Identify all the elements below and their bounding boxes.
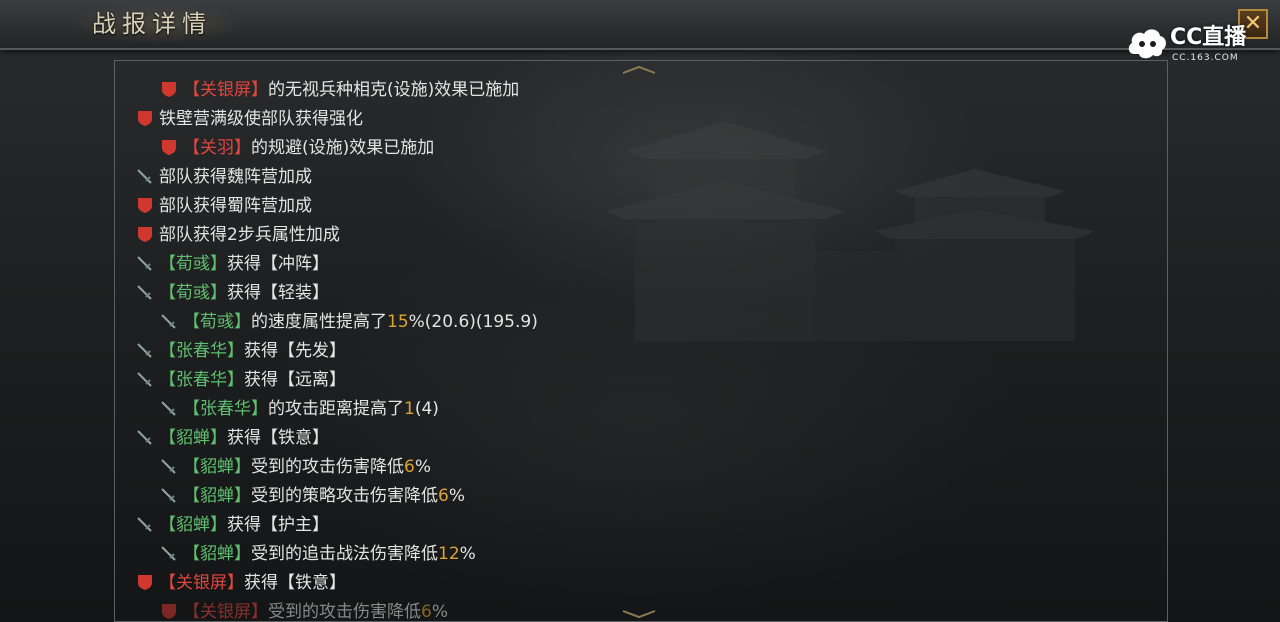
value-number: 6 — [438, 486, 449, 506]
sword-icon — [161, 459, 176, 474]
log-text: 获得【远离】 — [244, 370, 346, 390]
general-name: 【荀彧】 — [159, 283, 227, 303]
log-text: 部队获得魏阵营加成 — [159, 167, 312, 187]
cc-url-text: CC.163.COM — [1172, 53, 1239, 63]
value-number: 1 — [404, 399, 415, 419]
log-entry: 【荀彧】获得【轻装】 — [135, 279, 329, 307]
cc-brand-text: CC直播 — [1170, 25, 1247, 50]
log-entry: 部队获得2步兵属性加成 — [135, 221, 340, 249]
header-bar: 战报详情 ✕ — [0, 0, 1280, 50]
log-entry: 【关羽】的规避(设施)效果已施加 — [159, 134, 434, 162]
value-number: 12 — [438, 544, 460, 564]
general-name: 【貂蝉】 — [183, 544, 251, 564]
log-entry: 【张春华】获得【远离】 — [135, 366, 346, 394]
log-text: % — [431, 602, 448, 622]
log-entry: 【关银屏】获得【铁意】 — [135, 569, 346, 597]
log-text: %(20.6)(195.9) — [408, 312, 538, 332]
cloud-logo-icon — [1128, 29, 1166, 59]
value-number: 6 — [421, 602, 432, 622]
general-name: 【关银屏】 — [183, 80, 268, 100]
log-text: 获得【轻装】 — [227, 283, 329, 303]
log-entry: 【貂蝉】受到的攻击伤害降低6% — [159, 453, 431, 481]
red-shield-icon — [162, 140, 176, 155]
log-text: (4) — [414, 399, 439, 419]
log-entry: 【张春华】的攻击距离提高了1(4) — [159, 395, 439, 423]
general-name: 【张春华】 — [159, 370, 244, 390]
log-text: 的规避(设施)效果已施加 — [251, 138, 435, 158]
log-text: % — [459, 544, 476, 564]
log-text: % — [448, 486, 465, 506]
sword-icon — [161, 314, 176, 329]
general-name: 【关银屏】 — [159, 573, 244, 593]
general-name: 【荀彧】 — [183, 312, 251, 332]
log-text: 受到的攻击伤害降低 — [251, 457, 404, 477]
sword-icon — [161, 401, 176, 416]
battle-log-list: 【关银屏】的无视兵种相克(设施)效果已施加 铁壁营满级使部队获得强化 【关羽】的规避… — [115, 61, 1167, 621]
log-entry: 【貂蝉】获得【护主】 — [135, 511, 329, 539]
red-shield-icon — [138, 575, 152, 590]
log-entry: 部队获得魏阵营加成 — [135, 163, 312, 191]
scroll-down-icon[interactable] — [621, 609, 657, 619]
log-text: 部队获得蜀阵营加成 — [159, 196, 312, 216]
log-text: 部队获得2步兵属性加成 — [159, 225, 340, 245]
red-shield-icon — [138, 198, 152, 213]
sword-icon — [137, 430, 152, 445]
log-entry: 【貂蝉】受到的追击战法伤害降低12% — [159, 540, 476, 568]
sword-icon — [137, 169, 152, 184]
log-text: 获得【护主】 — [227, 515, 329, 535]
log-entry: 【张春华】获得【先发】 — [135, 337, 346, 365]
red-shield-icon — [162, 82, 176, 97]
general-name: 【张春华】 — [159, 341, 244, 361]
battle-report-panel[interactable]: 【关银屏】的无视兵种相克(设施)效果已施加 铁壁营满级使部队获得强化 【关羽】的规避… — [114, 60, 1168, 622]
log-text: 的攻击距离提高了 — [268, 399, 404, 419]
general-name: 【貂蝉】 — [183, 457, 251, 477]
log-entry: 【关银屏】受到的攻击伤害降低6% — [159, 598, 448, 622]
general-name: 【貂蝉】 — [159, 515, 227, 535]
sword-icon — [137, 256, 152, 271]
log-entry: 【貂蝉】获得【铁意】 — [135, 424, 329, 452]
log-text: 获得【先发】 — [244, 341, 346, 361]
sword-icon — [137, 343, 152, 358]
red-shield-icon — [138, 227, 152, 242]
sword-icon — [137, 285, 152, 300]
log-entry: 【关银屏】的无视兵种相克(设施)效果已施加 — [159, 76, 519, 104]
general-name: 【貂蝉】 — [159, 428, 227, 448]
sword-icon — [137, 517, 152, 532]
log-text: 铁壁营满级使部队获得强化 — [159, 109, 363, 129]
log-text: 获得【冲阵】 — [227, 254, 329, 274]
log-text: 获得【铁意】 — [227, 428, 329, 448]
general-name: 【关羽】 — [183, 138, 251, 158]
sword-icon — [137, 372, 152, 387]
value-number: 15 — [387, 312, 409, 332]
general-name: 【张春华】 — [183, 399, 268, 419]
log-text: 的速度属性提高了 — [251, 312, 387, 332]
page-title: 战报详情 — [92, 10, 212, 38]
red-shield-icon — [162, 604, 176, 619]
general-name: 【貂蝉】 — [183, 486, 251, 506]
log-entry: 【荀彧】获得【冲阵】 — [135, 250, 329, 278]
value-number: 6 — [404, 457, 415, 477]
sword-icon — [161, 488, 176, 503]
log-entry: 【貂蝉】受到的策略攻击伤害降低6% — [159, 482, 465, 510]
log-text: 获得【铁意】 — [244, 573, 346, 593]
log-text: 的无视兵种相克(设施)效果已施加 — [268, 80, 520, 100]
log-text: 受到的攻击伤害降低 — [268, 602, 421, 622]
log-text: 受到的追击战法伤害降低 — [251, 544, 438, 564]
general-name: 【荀彧】 — [159, 254, 227, 274]
log-entry: 铁壁营满级使部队获得强化 — [135, 105, 363, 133]
red-shield-icon — [138, 111, 152, 126]
log-text: 受到的策略攻击伤害降低 — [251, 486, 438, 506]
general-name: 【关银屏】 — [183, 602, 268, 622]
sword-icon — [161, 546, 176, 561]
log-entry: 部队获得蜀阵营加成 — [135, 192, 312, 220]
log-entry: 【荀彧】的速度属性提高了15%(20.6)(195.9) — [159, 308, 538, 336]
log-text: % — [414, 457, 431, 477]
